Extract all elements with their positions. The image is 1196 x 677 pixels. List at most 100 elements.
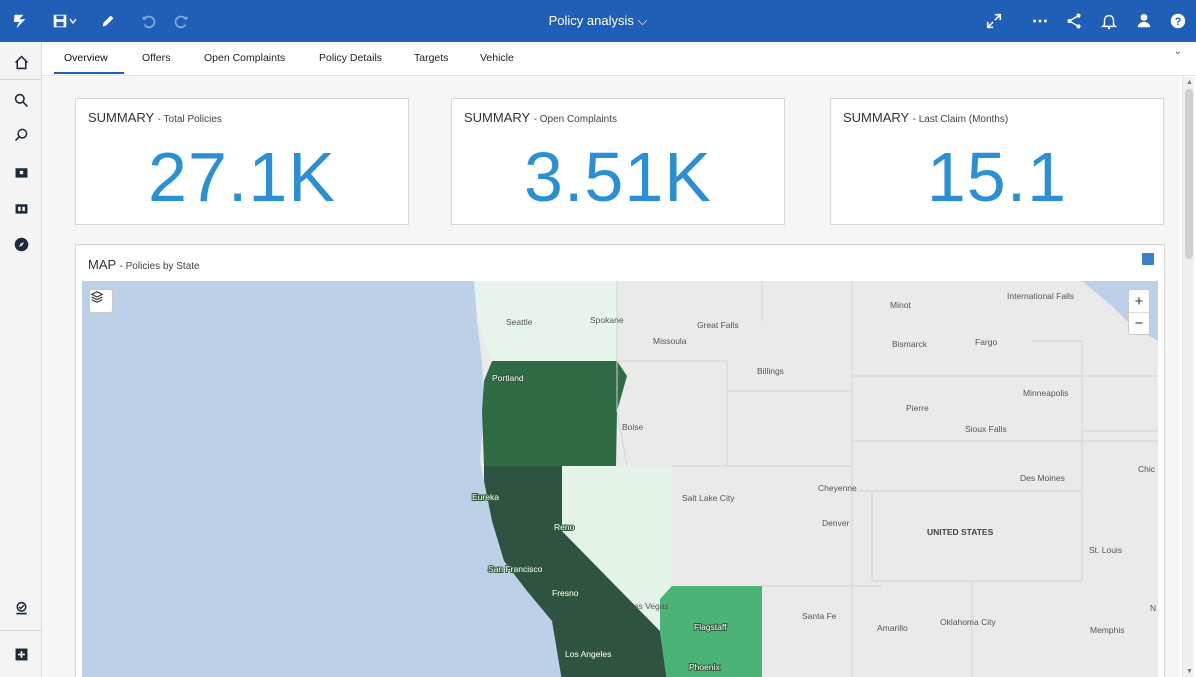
undo-icon[interactable] xyxy=(138,11,158,31)
tab-bar: Overview Offers Open Complaints Policy D… xyxy=(42,42,1196,76)
card-subtitle: - Open Complaints xyxy=(533,114,617,125)
map-label-amarillo: Amarillo xyxy=(877,623,908,633)
active-tab-indicator xyxy=(54,72,124,74)
map-title: MAP xyxy=(88,257,116,272)
redo-icon[interactable] xyxy=(172,11,192,31)
map-card-policies-by-state[interactable]: MAP - Policies by State Seattle Spokane … xyxy=(75,244,1165,677)
map-label-united-states: UNITED STATES xyxy=(927,527,994,537)
map-label-fargo: Fargo xyxy=(975,337,997,347)
app-logo-icon[interactable] xyxy=(10,11,30,31)
collapse-chevron-icon[interactable]: ⌄ xyxy=(1174,46,1182,57)
search-icon[interactable] xyxy=(11,90,31,110)
map-label-international-falls: International Falls xyxy=(1007,291,1074,301)
save-icon[interactable] xyxy=(50,11,70,31)
home-icon[interactable] xyxy=(11,52,31,72)
scroll-up-arrow-icon[interactable]: ▲ xyxy=(1186,79,1193,86)
scroll-down-arrow-icon[interactable]: ▼ xyxy=(1186,668,1193,675)
tab-offers[interactable]: Offers xyxy=(142,52,170,64)
scrollbar-thumb[interactable] xyxy=(1185,89,1193,259)
map-label-chicago: Chic xyxy=(1138,464,1156,474)
team-content-folder-icon[interactable] xyxy=(11,198,31,218)
map-label-billings: Billings xyxy=(757,366,784,376)
more-icon[interactable] xyxy=(1030,11,1050,31)
app-header: Policy analysis ⌵ ? xyxy=(0,0,1196,42)
summary-card-open-complaints[interactable]: SUMMARY - Open Complaints 3.51K xyxy=(451,98,785,225)
map-label-los-angeles: Los Angeles xyxy=(565,649,611,659)
map-label-bismarck: Bismarck xyxy=(892,339,928,349)
map-label-st-louis: St. Louis xyxy=(1089,545,1122,555)
tab-open-complaints[interactable]: Open Complaints xyxy=(204,52,285,64)
manage-icon[interactable] xyxy=(11,598,31,618)
map-view[interactable]: Seattle Spokane Great Falls Missoula Min… xyxy=(82,281,1158,677)
map-label-nashville: N xyxy=(1150,603,1156,613)
card-subtitle: - Last Claim (Months) xyxy=(912,114,1009,125)
map-label-las-vegas: Las Vegas xyxy=(629,601,669,611)
left-sidebar xyxy=(0,42,42,677)
tab-overview[interactable]: Overview xyxy=(64,52,108,64)
map-label-missoula: Missoula xyxy=(653,336,687,346)
zoom-out-button[interactable]: − xyxy=(1129,312,1149,334)
svg-text:?: ? xyxy=(1175,16,1182,28)
map-graphic: Seattle Spokane Great Falls Missoula Min… xyxy=(82,281,1158,677)
tab-policy-details[interactable]: Policy Details xyxy=(319,52,382,64)
map-label-great-falls: Great Falls xyxy=(697,320,739,330)
report-title-dropdown[interactable]: Policy analysis ⌵ xyxy=(549,13,648,28)
layers-icon xyxy=(90,291,104,303)
share-icon[interactable] xyxy=(1064,11,1084,31)
map-label-fresno: Fresno xyxy=(552,588,579,598)
tab-vehicle[interactable]: Vehicle xyxy=(480,52,514,64)
vertical-scrollbar[interactable]: ▲ ▼ xyxy=(1182,77,1194,677)
map-label-portland: Portland xyxy=(492,373,524,383)
map-label-memphis: Memphis xyxy=(1090,625,1124,635)
pencil-icon[interactable] xyxy=(98,11,118,31)
map-label-oklahoma-city: Oklahoma City xyxy=(940,617,996,627)
map-label-denver: Denver xyxy=(822,518,850,528)
recent-search-icon[interactable] xyxy=(11,124,31,144)
report-title-text: Policy analysis xyxy=(548,13,634,28)
map-label-des-moines: Des Moines xyxy=(1020,473,1065,483)
map-label-reno: Reno xyxy=(554,522,575,532)
my-content-folder-icon[interactable] xyxy=(11,162,31,182)
map-label-phoenix: Phoenix xyxy=(689,662,720,672)
summary-card-total-policies[interactable]: SUMMARY - Total Policies 27.1K xyxy=(75,98,409,225)
map-label-pierre: Pierre xyxy=(906,403,929,413)
zoom-in-button[interactable]: + xyxy=(1129,290,1149,312)
map-options-icon[interactable] xyxy=(1142,253,1154,265)
map-label-san-francisco: San Francisco xyxy=(488,564,543,574)
tab-targets[interactable]: Targets xyxy=(414,52,448,64)
help-icon[interactable]: ? xyxy=(1168,11,1188,31)
kpi-value: 15.1 xyxy=(926,138,1068,216)
map-label-salt-lake-city: Salt Lake City xyxy=(682,493,735,503)
map-subtitle: - Policies by State xyxy=(119,261,200,272)
map-label-eureka: Eureka xyxy=(472,492,499,502)
map-label-spokane: Spokane xyxy=(590,315,624,325)
card-header: SUMMARY - Last Claim (Months) xyxy=(843,110,1008,125)
map-label-minot: Minot xyxy=(890,300,911,310)
map-label-flagstaff: Flagstaff xyxy=(694,622,727,632)
layers-button[interactable] xyxy=(89,289,113,313)
card-title: SUMMARY xyxy=(843,110,909,125)
zoom-control: + − xyxy=(1128,289,1150,335)
map-label-boise: Boise xyxy=(622,422,644,432)
chevron-down-icon: ⌵ xyxy=(637,13,648,28)
kpi-value: 27.1K xyxy=(148,138,336,216)
bell-icon[interactable] xyxy=(1099,11,1119,31)
card-title: SUMMARY xyxy=(464,110,530,125)
card-header: SUMMARY - Total Policies xyxy=(88,110,222,125)
map-label-sioux-falls: Sioux Falls xyxy=(965,424,1007,434)
dashboard-canvas: SUMMARY - Total Policies 27.1K SUMMARY -… xyxy=(42,77,1180,677)
explore-compass-icon[interactable] xyxy=(11,234,31,254)
map-label-cheyenne: Cheyenne xyxy=(818,483,857,493)
card-title: SUMMARY xyxy=(88,110,154,125)
summary-card-last-claim[interactable]: SUMMARY - Last Claim (Months) 15.1 xyxy=(830,98,1164,225)
new-item-icon[interactable] xyxy=(11,644,31,664)
map-header: MAP - Policies by State xyxy=(88,257,200,272)
save-dropdown-chevron-icon[interactable] xyxy=(68,11,78,31)
map-label-minneapolis: Minneapolis xyxy=(1023,388,1068,398)
card-subtitle: - Total Policies xyxy=(157,114,222,125)
fullscreen-icon[interactable] xyxy=(984,11,1004,31)
map-label-seattle: Seattle xyxy=(506,317,533,327)
map-label-santa-fe: Santa Fe xyxy=(802,611,837,621)
user-icon[interactable] xyxy=(1134,11,1154,31)
kpi-value: 3.51K xyxy=(524,138,712,216)
